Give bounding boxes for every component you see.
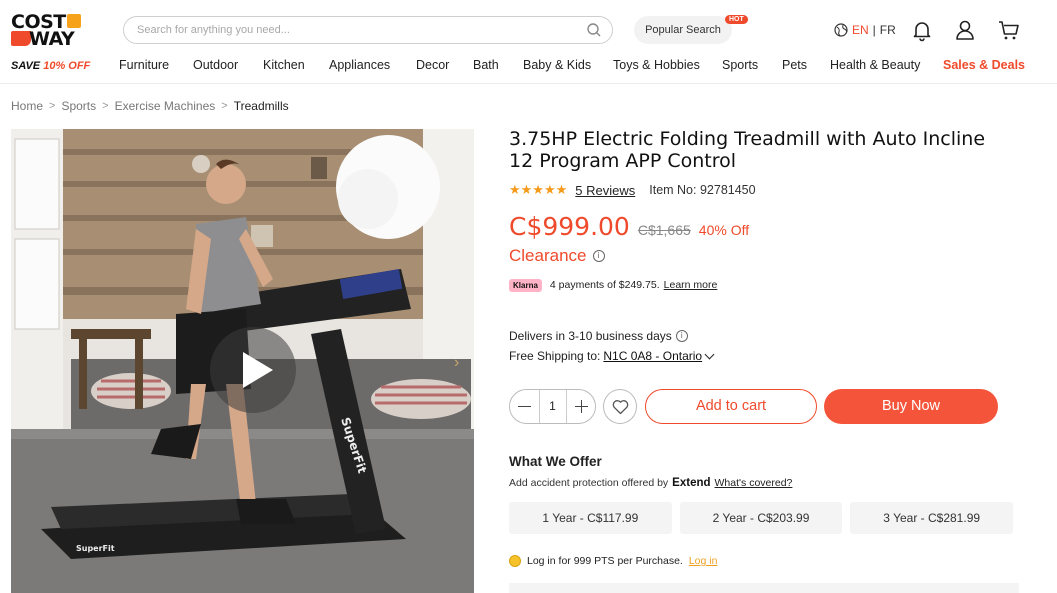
lang-separator: | (872, 23, 876, 37)
search-bar (123, 16, 613, 44)
lang-fr[interactable]: FR (880, 23, 896, 37)
protection-plan-2-year[interactable]: 2 Year - C$203.99 (679, 502, 843, 534)
klarna-learn-more-link[interactable]: Learn more (664, 279, 718, 291)
protection-description: Add accident protection offered by Exten… (509, 477, 792, 489)
decrease-quantity-button[interactable] (510, 390, 538, 423)
gallery-next-arrow-icon[interactable]: › (454, 354, 459, 372)
language-switcher: EN | FR (834, 22, 896, 38)
logo-text-bottom: WAY (29, 28, 75, 50)
quantity-value[interactable]: 1 (538, 390, 567, 423)
site-header: COST WAY SAVE 10% OFF Popular Search HOT… (0, 0, 1057, 84)
breadcrumb-separator: > (102, 100, 109, 112)
shipping-label: Free Shipping to: (509, 349, 601, 363)
chevron-down-icon[interactable] (704, 349, 715, 359)
delivery-estimate: Delivers in 3-10 business days i (509, 329, 688, 343)
add-to-cart-button[interactable]: Add to cart (645, 389, 817, 424)
increase-quantity-button[interactable] (567, 390, 595, 423)
klarna-logo: Klarna (509, 278, 542, 292)
costway-logo[interactable]: COST WAY (11, 13, 86, 49)
nav-appliances[interactable]: Appliances (329, 58, 390, 72)
image-brand-label: SuperFit (76, 544, 115, 553)
rating-stars-icon: ★★★★★ (509, 182, 568, 197)
breadcrumb-current: Treadmills (233, 99, 289, 113)
protection-plans: 1 Year - C$117.99 2 Year - C$203.99 3 Ye… (509, 502, 1014, 534)
buy-now-button[interactable]: Buy Now (824, 389, 998, 424)
clearance-label: Clearance i (509, 246, 605, 266)
category-nav: Furniture Outdoor Kitchen Appliances Dec… (0, 58, 1057, 76)
search-input[interactable] (137, 22, 577, 38)
heart-icon (612, 400, 629, 415)
klarna-text: 4 payments of $249.75. (549, 279, 660, 291)
nav-outdoor[interactable]: Outdoor (193, 58, 238, 72)
whats-covered-link[interactable]: What's covered? (715, 477, 793, 489)
product-image-gallery[interactable]: SuperFit SuperFit › (11, 129, 474, 593)
original-price: C$1,665 (637, 222, 691, 238)
logo-flag-mark (11, 31, 31, 46)
cart-icon[interactable] (997, 18, 1021, 42)
bell-icon[interactable] (910, 18, 934, 42)
discount-label: 40% Off (698, 222, 750, 238)
sale-price: C$999.00 (509, 212, 630, 241)
nav-decor[interactable]: Decor (416, 58, 449, 72)
klarna-installments: Klarna 4 payments of $249.75. Learn more (509, 278, 717, 292)
breadcrumb-exercise-machines[interactable]: Exercise Machines (115, 99, 216, 113)
product-title: 3.75HP Electric Folding Treadmill with A… (509, 128, 986, 172)
price-row: C$999.00 C$1,665 40% Off (509, 212, 749, 242)
breadcrumb-home[interactable]: Home (11, 99, 43, 113)
clearance-text: Clearance (509, 246, 587, 265)
points-promo: Log in for 999 PTS per Purchase. Log in (509, 555, 717, 567)
rating-row: ★★★★★ 5 Reviews Item No: 92781450 (509, 182, 756, 198)
nav-toys-hobbies[interactable]: Toys & Hobbies (613, 58, 700, 72)
search-icon[interactable] (586, 22, 602, 38)
protection-plan-1-year[interactable]: 1 Year - C$117.99 (509, 502, 672, 534)
shipping-destination: Free Shipping to: N1C 0A8 - Ontario (509, 349, 715, 363)
extend-logo: Extend (672, 477, 711, 489)
quantity-stepper: 1 (509, 389, 596, 424)
breadcrumb-sports[interactable]: Sports (61, 99, 96, 113)
shipping-location-link[interactable]: N1C 0A8 - Ontario (603, 349, 702, 363)
play-video-button[interactable] (210, 327, 296, 413)
nav-kitchen[interactable]: Kitchen (263, 58, 305, 72)
nav-health-beauty[interactable]: Health & Beauty (830, 58, 920, 72)
login-link[interactable]: Log in (689, 555, 718, 567)
item-number: Item No: 92781450 (649, 183, 756, 197)
nav-baby-kids[interactable]: Baby & Kids (523, 58, 591, 72)
nav-sales-deals[interactable]: Sales & Deals (943, 58, 1025, 72)
wishlist-button[interactable] (603, 389, 637, 424)
protection-text: Add accident protection offered by (509, 477, 669, 489)
globe-icon (834, 23, 848, 37)
breadcrumb: Home > Sports > Exercise Machines > Trea… (11, 99, 289, 113)
user-icon[interactable] (953, 18, 977, 42)
protection-plan-3-year[interactable]: 3 Year - C$281.99 (850, 502, 1014, 534)
lang-en[interactable]: EN (852, 23, 869, 37)
reviews-link[interactable]: 5 Reviews (575, 183, 635, 198)
coin-icon (509, 555, 521, 567)
breadcrumb-separator: > (49, 100, 56, 112)
section-bar (509, 583, 1019, 593)
delivery-text: Delivers in 3-10 business days (509, 329, 672, 343)
what-we-offer-heading: What We Offer (509, 454, 602, 469)
nav-sports[interactable]: Sports (722, 58, 758, 72)
nav-furniture[interactable]: Furniture (119, 58, 169, 72)
breadcrumb-separator: > (221, 100, 228, 112)
logo-box-mark (67, 14, 81, 28)
info-icon[interactable]: i (592, 250, 605, 262)
info-icon[interactable]: i (675, 330, 688, 342)
hot-badge: HOT (725, 15, 748, 24)
nav-bath[interactable]: Bath (473, 58, 499, 72)
popular-search-button[interactable]: Popular Search (634, 16, 732, 44)
nav-pets[interactable]: Pets (782, 58, 807, 72)
points-text: Log in for 999 PTS per Purchase. (527, 555, 683, 567)
